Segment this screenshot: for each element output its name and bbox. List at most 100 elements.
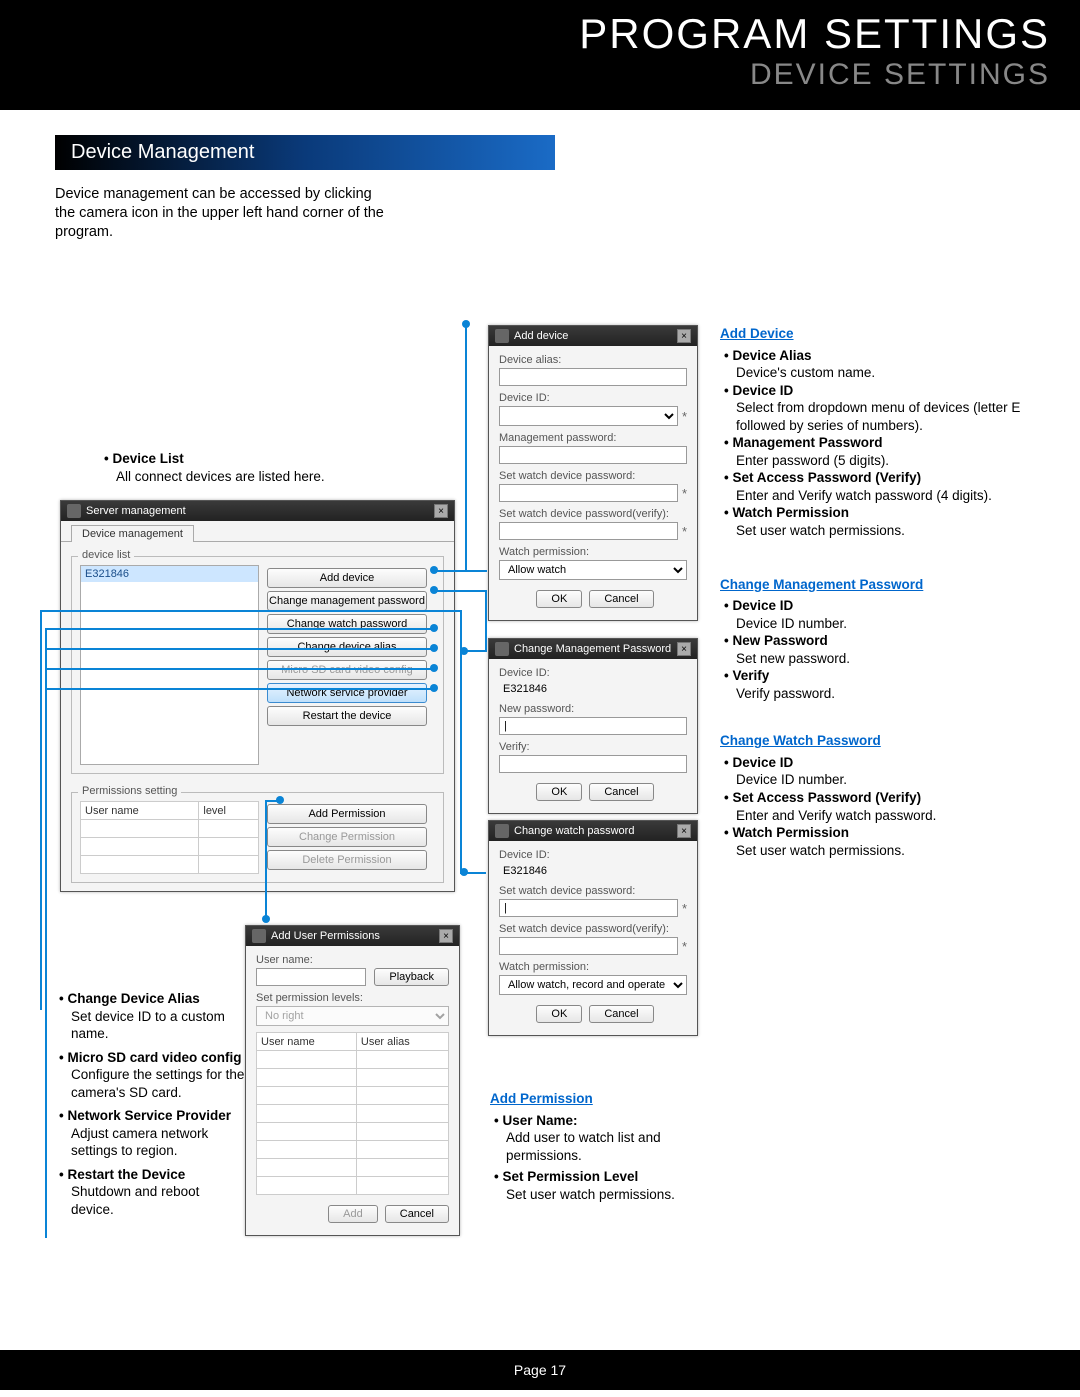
- connector-line: [265, 800, 267, 920]
- page-title: PROGRAM SETTINGS: [30, 10, 1050, 58]
- right-notes-column: Add Device Device Alias Device's custom …: [720, 325, 1030, 879]
- watch-pwd-verify-input[interactable]: [499, 937, 678, 955]
- left-notes: Change Device Alias Set device ID to a c…: [55, 990, 245, 1219]
- connector-line: [45, 668, 437, 670]
- connector-line: [465, 650, 487, 652]
- connector-dot: [460, 868, 468, 876]
- table-row[interactable]: [257, 1105, 449, 1123]
- required-star: *: [682, 939, 687, 954]
- change-alias-button[interactable]: Change device alias: [267, 637, 427, 657]
- watch-pwd-input[interactable]: [499, 899, 678, 917]
- add-button[interactable]: Add: [328, 1205, 378, 1223]
- connector-dot: [430, 624, 438, 632]
- table-row[interactable]: [257, 1051, 449, 1069]
- tab-device-management[interactable]: Device management: [71, 525, 194, 542]
- delete-permission-button[interactable]: Delete Permission: [267, 850, 427, 870]
- watch-perm-select[interactable]: Allow watch, record and operate: [499, 975, 687, 995]
- connector-line: [460, 610, 462, 872]
- add-device-button[interactable]: Add device: [267, 568, 427, 588]
- table-row[interactable]: [257, 1159, 449, 1177]
- close-icon[interactable]: ×: [434, 504, 448, 518]
- dialog-titlebar: Change watch password ×: [489, 821, 697, 841]
- connector-line: [40, 610, 460, 612]
- connector-line: [45, 628, 47, 1238]
- connector-dot: [430, 664, 438, 672]
- table-row[interactable]: [257, 1177, 449, 1195]
- list-item[interactable]: E321846: [81, 566, 258, 582]
- connector-line: [45, 688, 437, 690]
- cancel-button[interactable]: Cancel: [589, 590, 653, 608]
- table-row[interactable]: [81, 838, 259, 856]
- note-title: Add Permission: [490, 1090, 720, 1108]
- ok-button[interactable]: OK: [536, 590, 582, 608]
- server-management-dialog: Server management × Device management de…: [60, 500, 455, 892]
- cancel-button[interactable]: Cancel: [589, 1005, 653, 1023]
- cancel-button[interactable]: Cancel: [385, 1205, 449, 1223]
- page-header: PROGRAM SETTINGS DEVICE SETTINGS: [0, 0, 1080, 110]
- connector-line: [435, 570, 487, 572]
- verify-label: Verify:: [499, 741, 687, 753]
- intro-text: Device management can be accessed by cli…: [55, 185, 395, 242]
- device-list-group: device list E321846 Add device Change ma…: [71, 556, 444, 774]
- permissions-group: Permissions setting User name level: [71, 792, 444, 883]
- cancel-button[interactable]: Cancel: [589, 783, 653, 801]
- dialog-title: Server management: [86, 505, 186, 517]
- add-device-dialog: Add device × Device alias: Device ID: * …: [488, 325, 698, 621]
- watch-pwd-verify-input[interactable]: [499, 522, 678, 540]
- table-row[interactable]: [81, 820, 259, 838]
- new-pwd-input[interactable]: [499, 717, 687, 735]
- table-row[interactable]: [81, 856, 259, 874]
- device-id-label: Device ID:: [499, 667, 687, 679]
- watch-pwd-input[interactable]: [499, 484, 678, 502]
- playback-button[interactable]: Playback: [374, 968, 449, 986]
- close-icon[interactable]: ×: [677, 642, 691, 656]
- change-mgmt-pwd-dialog: Change Management Password × Device ID: …: [488, 638, 698, 814]
- close-icon[interactable]: ×: [677, 329, 691, 343]
- ok-button[interactable]: OK: [536, 783, 582, 801]
- add-perm-notes: Add Permission User Name: Add user to wa…: [490, 1090, 720, 1203]
- device-id-label: Device ID:: [499, 392, 687, 404]
- connector-dot: [430, 586, 438, 594]
- restart-device-button[interactable]: Restart the device: [267, 706, 427, 726]
- device-id-select[interactable]: [499, 406, 678, 426]
- user-name-input[interactable]: [256, 968, 366, 986]
- verify-input[interactable]: [499, 755, 687, 773]
- ok-button[interactable]: OK: [536, 1005, 582, 1023]
- connector-line: [40, 610, 42, 1010]
- table-row[interactable]: [257, 1087, 449, 1105]
- change-permission-button[interactable]: Change Permission: [267, 827, 427, 847]
- page-number: Page 17: [514, 1362, 566, 1378]
- change-watch-pwd-button[interactable]: Change watch password: [267, 614, 427, 634]
- connector-line: [465, 324, 467, 570]
- watch-perm-label: Watch permission:: [499, 546, 687, 558]
- watch-pwd-label: Set watch device password:: [499, 885, 687, 897]
- close-icon[interactable]: ×: [677, 824, 691, 838]
- watch-perm-select[interactable]: Allow watch: [499, 560, 687, 580]
- perm-level-select[interactable]: No right: [256, 1006, 449, 1026]
- device-list-note: Device List All connect devices are list…: [100, 450, 420, 485]
- table-row[interactable]: [257, 1141, 449, 1159]
- dialog-titlebar: Add User Permissions ×: [246, 926, 459, 946]
- connector-dot: [430, 566, 438, 574]
- alias-input[interactable]: [499, 368, 687, 386]
- change-mgmt-pwd-button[interactable]: Change management password: [267, 591, 427, 611]
- mgmt-pwd-input[interactable]: [499, 446, 687, 464]
- table-row[interactable]: [257, 1123, 449, 1141]
- add-permission-button[interactable]: Add Permission: [267, 804, 427, 824]
- notes-chg-mgmt: Change Management Password Device ID Dev…: [720, 576, 1030, 703]
- note-title: Change Watch Password: [720, 732, 1030, 750]
- device-list[interactable]: E321846: [80, 565, 259, 765]
- dialog-title: Change watch password: [514, 825, 634, 837]
- connector-dot: [276, 796, 284, 804]
- network-provider-button[interactable]: Network service provider: [267, 683, 427, 703]
- col-user: User name: [257, 1033, 357, 1051]
- change-watch-pwd-dialog: Change watch password × Device ID: Set w…: [488, 820, 698, 1036]
- app-icon: [67, 504, 81, 518]
- dialog-titlebar: Change Management Password ×: [489, 639, 697, 659]
- page-subtitle: DEVICE SETTINGS: [30, 58, 1050, 92]
- sd-config-button[interactable]: Micro SD card video config: [267, 660, 427, 680]
- table-row[interactable]: [257, 1069, 449, 1087]
- app-icon: [495, 642, 509, 656]
- close-icon[interactable]: ×: [439, 929, 453, 943]
- add-user-permissions-dialog: Add User Permissions × User name: Playba…: [245, 925, 460, 1236]
